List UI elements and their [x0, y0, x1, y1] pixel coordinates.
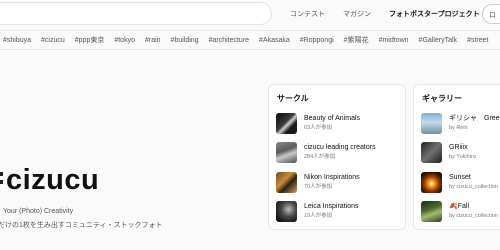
gallery-author: by Yukihiro	[449, 154, 476, 160]
tag-link[interactable]: #Roppongi	[300, 37, 334, 44]
circle-name: cizucu leading creators	[304, 144, 376, 151]
tag-bar: #shibuya #cizucu #ppp東京 #tokyo #rain #bu…	[0, 30, 500, 50]
gallery-item[interactable]: Sunset by cizucu_collection	[421, 170, 498, 194]
circles-card: サークル Beauty of Animals 63人が参加 cizucu lea…	[268, 84, 406, 230]
search-input[interactable]	[0, 2, 272, 25]
tag-link[interactable]: #紫陽花	[344, 35, 369, 45]
circle-item[interactable]: Leica Inspirations 19人が参加	[276, 199, 358, 223]
nav-photo-poster-project[interactable]: フォトポスタープロジェクト	[389, 9, 480, 19]
gallery-thumbnail	[421, 200, 442, 222]
circle-member-count: 19人が参加	[304, 213, 333, 219]
main-nav: コンテスト マガジン フォトポスタープロジェクト	[290, 0, 498, 28]
gallery-name: ギリシャ Greece	[449, 115, 500, 122]
cizucu-logo: cizucu	[0, 164, 100, 196]
gallery-author: by cizucu_collection	[449, 184, 498, 190]
tag-link[interactable]: #street	[467, 37, 488, 44]
tag-link[interactable]: #Akasaka	[259, 37, 290, 44]
logo-mark-icon	[0, 166, 4, 194]
circle-thumbnail	[276, 112, 297, 134]
tag-link[interactable]: #midtown	[379, 37, 409, 44]
tag-link[interactable]: #shibuya	[3, 37, 31, 44]
circle-name: Nikon Inspirations	[304, 174, 360, 181]
hero-subline: だけの1枚を生み出すコミュニティ・ストックフォト	[0, 222, 163, 229]
gallery-item[interactable]: GRiiix by Yukihiro	[421, 140, 476, 164]
gallery-name: GRiiix	[449, 144, 468, 151]
circle-member-count: 284人が参加	[304, 154, 336, 160]
hero-tagline: Your (Photo) Creativity	[3, 208, 74, 215]
tag-link[interactable]: #GalleryTalk	[419, 37, 458, 44]
nav-magazine[interactable]: マガジン	[343, 9, 371, 19]
gallery-thumbnail	[421, 112, 442, 134]
gallery-author: by Reiri	[449, 125, 468, 131]
tag-link[interactable]: #tokyo	[114, 37, 135, 44]
login-button[interactable]: ロ	[482, 4, 500, 24]
circle-name: Beauty of Animals	[304, 115, 361, 122]
circle-thumbnail	[276, 171, 297, 193]
tag-link[interactable]: #rain	[145, 37, 161, 44]
circle-item[interactable]: Nikon Inspirations 70人が参加	[276, 170, 360, 194]
gallery-card: ギャラリー ギリシャ Greece by Reiri GRiiix by Yuk…	[413, 84, 500, 230]
tag-link[interactable]: #architecture	[209, 37, 249, 44]
circle-name: Leica Inspirations	[304, 203, 359, 210]
logo-text: cizucu	[6, 164, 100, 196]
circle-member-count: 70人が参加	[304, 184, 333, 190]
gallery-thumbnail	[421, 171, 442, 193]
circle-member-count: 63人が参加	[304, 125, 333, 131]
circle-item[interactable]: cizucu leading creators 284人が参加	[276, 140, 376, 164]
gallery-name: Sunset	[449, 174, 471, 181]
gallery-item[interactable]: 🍂Fall by cizucu_collection	[421, 199, 498, 223]
circle-item[interactable]: Beauty of Animals 63人が参加	[276, 111, 360, 135]
circles-title: サークル	[277, 94, 309, 103]
gallery-thumbnail	[421, 141, 442, 163]
gallery-name: 🍂Fall	[449, 203, 469, 210]
nav-contest[interactable]: コンテスト	[290, 9, 325, 19]
circle-thumbnail	[276, 200, 297, 222]
gallery-title: ギャラリー	[422, 94, 462, 103]
tag-link[interactable]: #ppp東京	[75, 35, 105, 45]
gallery-author: by cizucu_collection	[449, 213, 498, 219]
tag-link[interactable]: #building	[171, 37, 199, 44]
circle-thumbnail	[276, 141, 297, 163]
gallery-item[interactable]: ギリシャ Greece by Reiri	[421, 111, 500, 135]
tag-link[interactable]: #cizucu	[41, 37, 65, 44]
